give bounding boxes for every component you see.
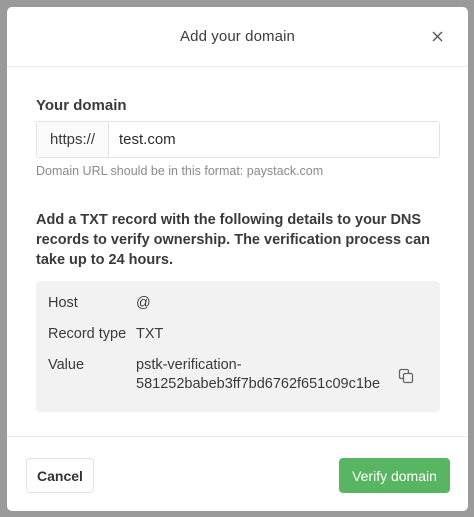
record-value[interactable]: pstk-verification- 581252babeb3ff7bd6762… bbox=[136, 356, 428, 394]
record-row-type: Record type TXT bbox=[48, 325, 428, 344]
record-value: @ bbox=[136, 295, 151, 311]
copy-button[interactable] bbox=[398, 368, 414, 384]
verify-domain-button[interactable]: Verify domain bbox=[339, 458, 450, 493]
modal-title: Add your domain bbox=[180, 28, 295, 45]
dns-record-box: Host @ Record type TXT Value pstk-verifi… bbox=[36, 281, 440, 412]
close-icon bbox=[432, 31, 442, 41]
domain-hint: Domain URL should be in this format: pay… bbox=[36, 164, 324, 178]
record-value-line1: pstk-verification- bbox=[136, 357, 242, 373]
record-key: Value bbox=[48, 357, 85, 373]
modal-header: Add your domain bbox=[7, 7, 468, 67]
protocol-prefix: https:// bbox=[37, 122, 109, 157]
dns-instructions: Add a TXT record with the following deta… bbox=[36, 212, 431, 268]
close-button[interactable] bbox=[428, 27, 446, 45]
domain-label: Your domain bbox=[36, 97, 127, 114]
modal-body: Your domain https:// Domain URL should b… bbox=[7, 67, 468, 412]
domain-input-group: https:// bbox=[36, 121, 440, 158]
record-row-value: Value pstk-verification- 581252babeb3ff7… bbox=[48, 356, 428, 394]
record-value: TXT bbox=[136, 326, 164, 342]
record-key: Record type bbox=[48, 326, 127, 342]
record-key: Host bbox=[48, 295, 78, 311]
modal-footer: Cancel Verify domain bbox=[7, 436, 468, 512]
domain-input[interactable] bbox=[109, 122, 439, 157]
record-value-line2: 581252babeb3ff7bd6762f651c09c1be bbox=[136, 376, 381, 392]
cancel-button[interactable]: Cancel bbox=[26, 458, 94, 493]
record-row-host: Host @ bbox=[48, 294, 428, 313]
copy-icon bbox=[398, 368, 414, 384]
add-domain-modal: Add your domain Your domain https:// Dom… bbox=[7, 7, 468, 511]
